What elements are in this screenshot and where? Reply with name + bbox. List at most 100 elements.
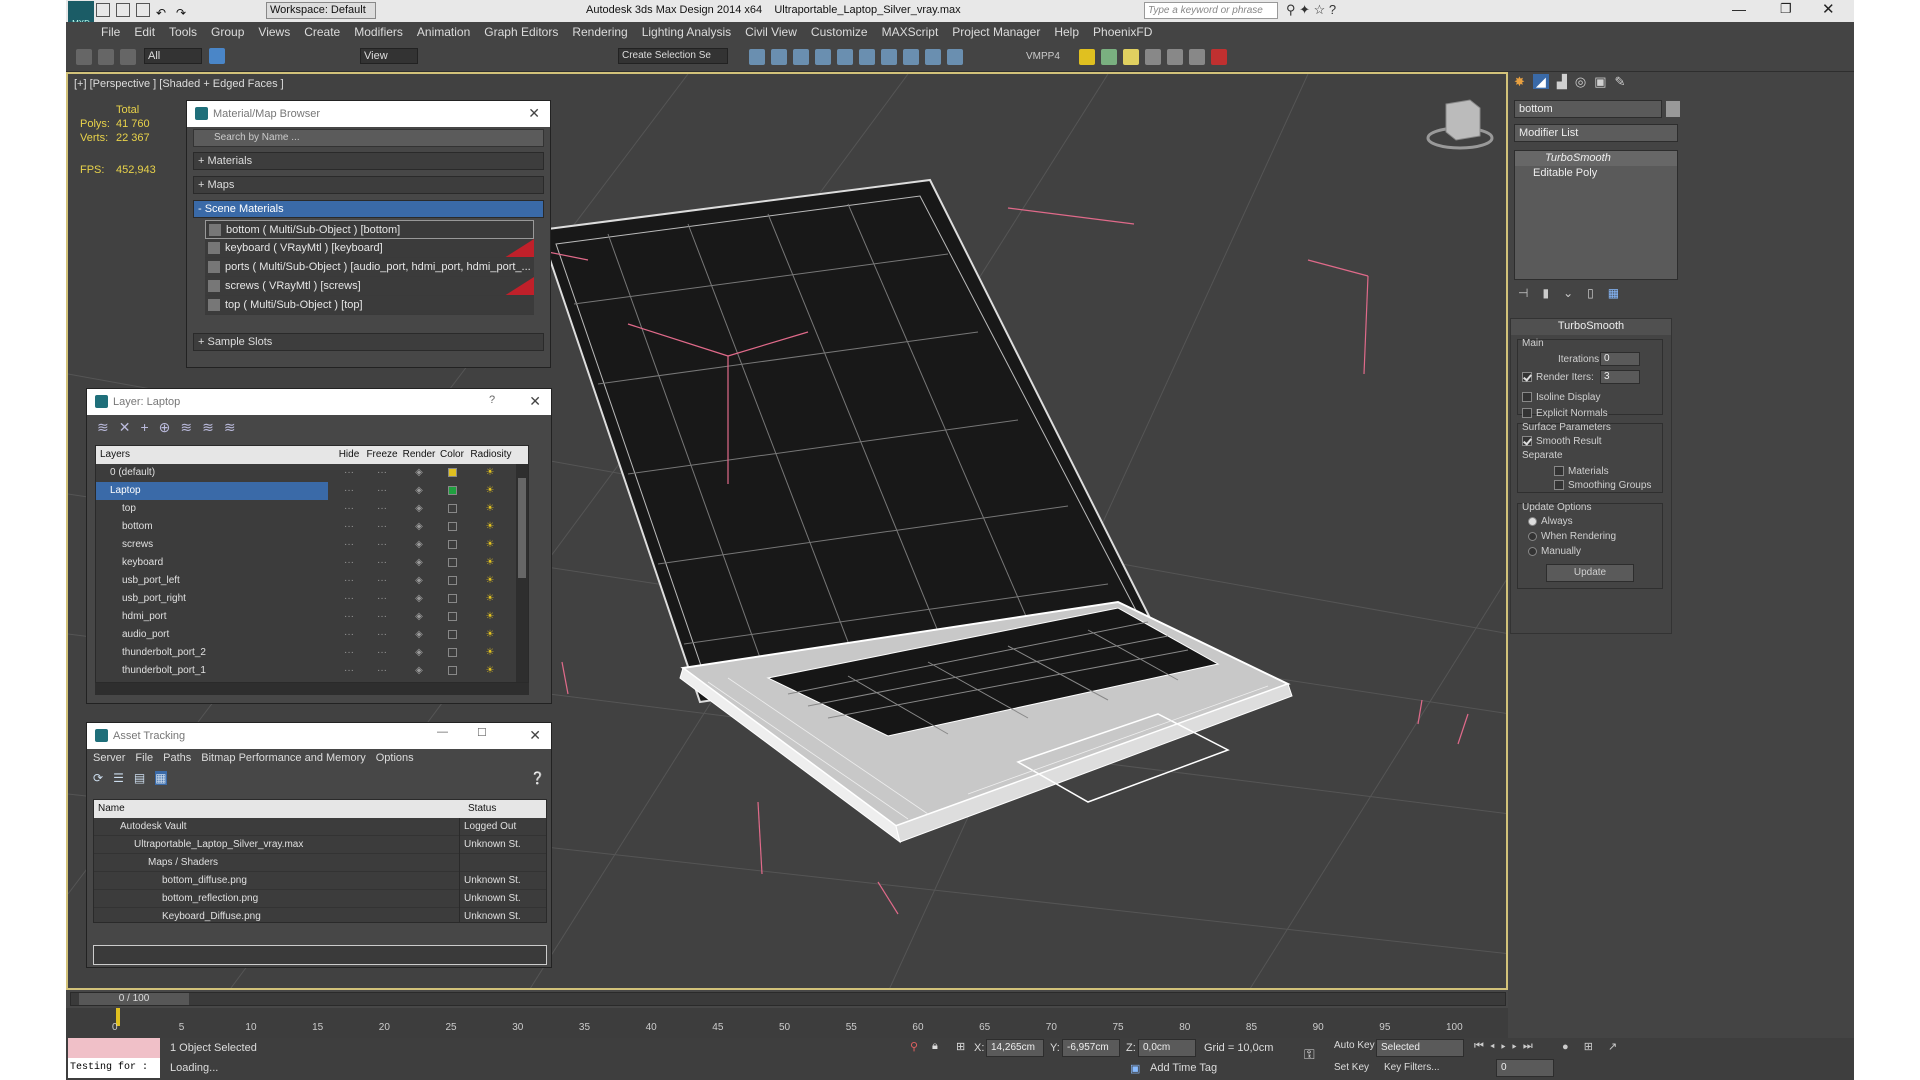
- hide-toggle[interactable]: ···: [336, 608, 362, 626]
- key-filters-button[interactable]: Key Filters...: [1384, 1062, 1440, 1073]
- warning-icon[interactable]: [1079, 49, 1096, 65]
- stop-icon[interactable]: [1211, 49, 1228, 65]
- render-toggle[interactable]: ◈: [402, 608, 436, 626]
- maxscript-input[interactable]: Testing for :: [68, 1058, 160, 1078]
- asset-row[interactable]: bottom_reflection.png Unknown St.: [94, 890, 546, 908]
- laptop-wireframe[interactable]: [538, 178, 1293, 844]
- freeze-toggle[interactable]: ···: [364, 482, 400, 500]
- workspace-dropdown[interactable]: Workspace: Default: [266, 2, 376, 19]
- menu-group[interactable]: Group: [204, 22, 251, 42]
- material-browser-titlebar[interactable]: Material/Map Browser ✕: [187, 101, 550, 127]
- quick-access-icons[interactable]: ↶ ↷: [96, 3, 246, 20]
- hide-toggle[interactable]: ···: [336, 662, 362, 680]
- when-rendering-radio[interactable]: When Rendering: [1528, 531, 1616, 542]
- radiosity-icon[interactable]: ☀: [476, 626, 504, 644]
- freeze-toggle[interactable]: ···: [364, 536, 400, 554]
- layer-row[interactable]: bottom ··· ··· ◈ ☀: [96, 518, 528, 536]
- render-toggle[interactable]: ◈: [402, 536, 436, 554]
- help-icon[interactable]: ?: [489, 394, 495, 406]
- asset-tracking[interactable]: Asset Tracking — ☐ ✕ Server File Paths Bitmap …: [86, 722, 552, 968]
- asset-menu-bitmap[interactable]: Bitmap Performance and Memory: [201, 752, 365, 764]
- layer-row[interactable]: Laptop ··· ··· ◈ ☀: [96, 482, 528, 500]
- col-render[interactable]: Render: [402, 446, 436, 464]
- layer-row[interactable]: keyboard ··· ··· ◈ ☀: [96, 554, 528, 572]
- close-icon[interactable]: ✕: [528, 105, 540, 122]
- hide-toggle[interactable]: ···: [336, 482, 362, 500]
- tree-view-icon[interactable]: ▤: [134, 771, 145, 785]
- motion-tab-icon[interactable]: ◎: [1575, 74, 1586, 89]
- material-item-top[interactable]: top ( Multi/Sub-Object ) [top]: [205, 296, 534, 315]
- layer-name[interactable]: top: [96, 500, 328, 518]
- layer-color-swatch[interactable]: [448, 540, 457, 549]
- undo-icon[interactable]: ↶: [156, 6, 170, 20]
- layer-name[interactable]: bottom: [96, 518, 328, 536]
- menu-project-manager[interactable]: Project Manager: [945, 22, 1047, 42]
- layer-color-swatch[interactable]: [448, 612, 457, 621]
- layer-name[interactable]: Laptop: [96, 482, 328, 500]
- manually-radio[interactable]: Manually: [1528, 546, 1581, 557]
- layer-name[interactable]: audio_port: [96, 626, 328, 644]
- layer-name[interactable]: thunderbolt_port_1: [96, 662, 328, 680]
- layer-horizontal-scrollbar[interactable]: [95, 683, 529, 695]
- hide-toggle[interactable]: ···: [336, 536, 362, 554]
- radiosity-icon[interactable]: ☀: [476, 590, 504, 608]
- asset-path-field[interactable]: [93, 945, 547, 965]
- menu-file[interactable]: File: [94, 22, 127, 42]
- render-toggle[interactable]: ◈: [402, 626, 436, 644]
- set-key-button[interactable]: Set Key: [1334, 1062, 1369, 1073]
- layer-row[interactable]: usb_port_right ··· ··· ◈ ☀: [96, 590, 528, 608]
- add-time-tag[interactable]: Add Time Tag: [1150, 1062, 1217, 1074]
- render-toggle[interactable]: ◈: [402, 644, 436, 662]
- object-color-swatch[interactable]: [1666, 101, 1680, 117]
- select-in-layer-icon[interactable]: ⊕: [159, 419, 171, 435]
- utilities-tab-icon[interactable]: ✎: [1615, 74, 1626, 89]
- display-tab-icon[interactable]: ▣: [1594, 74, 1606, 89]
- freeze-toggle[interactable]: ···: [364, 554, 400, 572]
- radiosity-icon[interactable]: ☀: [476, 518, 504, 536]
- asset-titlebar[interactable]: Asset Tracking — ☐ ✕: [87, 723, 551, 749]
- viewcube[interactable]: [1426, 99, 1494, 150]
- selection-filter-dropdown[interactable]: All: [144, 48, 202, 64]
- maximize-icon[interactable]: ☐: [477, 726, 487, 739]
- menu-graph-editors[interactable]: Graph Editors: [477, 22, 565, 42]
- playback-controls[interactable]: ⏮◂▸▸⏭: [1474, 1040, 1539, 1053]
- freeze-toggle[interactable]: ···: [364, 500, 400, 518]
- layer-row[interactable]: top ··· ··· ◈ ☀: [96, 500, 528, 518]
- asset-row[interactable]: Autodesk Vault Logged Out: [94, 818, 546, 836]
- col-freeze[interactable]: Freeze: [364, 446, 400, 464]
- menu-help[interactable]: Help: [1047, 22, 1086, 42]
- layer-color-swatch[interactable]: [448, 486, 457, 495]
- render-toggle[interactable]: ◈: [402, 464, 436, 482]
- link-icon[interactable]: [76, 49, 92, 65]
- layer-name[interactable]: 0 (default): [96, 464, 328, 482]
- create-layer-icon[interactable]: ≋: [97, 419, 109, 435]
- layer-name[interactable]: usb_port_right: [96, 590, 328, 608]
- always-radio[interactable]: Always: [1528, 516, 1573, 527]
- track-bar[interactable]: 0 5 10 15 20 25 30 35 40 45 50 55 60 65 70 75 80 85 90 95 10…: [66, 1008, 1508, 1038]
- asset-row[interactable]: Keyboard_Diffuse.png Unknown St.: [94, 908, 546, 922]
- col-name[interactable]: Name: [98, 800, 125, 818]
- modify-tab-icon[interactable]: ◢: [1532, 74, 1549, 89]
- make-unique-icon[interactable]: ⌄: [1563, 286, 1587, 300]
- asset-row[interactable]: bottom_diffuse.png Unknown St.: [94, 872, 546, 890]
- hide-toggle[interactable]: ···: [336, 464, 362, 482]
- radiosity-icon[interactable]: ☀: [476, 500, 504, 518]
- radiosity-icon[interactable]: ☀: [476, 644, 504, 662]
- isolate-icon[interactable]: ⚲: [910, 1040, 918, 1053]
- layer-name[interactable]: screws: [96, 536, 328, 554]
- render-setup-icon[interactable]: [903, 49, 919, 65]
- asset-menu-paths[interactable]: Paths: [163, 752, 191, 764]
- layer-row[interactable]: thunderbolt_port_2 ··· ··· ◈ ☀: [96, 644, 528, 662]
- render-icon[interactable]: [947, 49, 963, 65]
- col-radiosity[interactable]: Radiosity: [468, 446, 514, 464]
- vault-help-icon[interactable]: ❔: [530, 771, 545, 785]
- layer-row[interactable]: audio_port ··· ··· ◈ ☀: [96, 626, 528, 644]
- unlink-icon[interactable]: [98, 49, 114, 65]
- auto-key-button[interactable]: Auto Key: [1334, 1040, 1375, 1051]
- configure-sets-icon[interactable]: ▦: [1608, 286, 1633, 300]
- viewport-label[interactable]: [+] [Perspective ] [Shaded + Edged Faces…: [74, 78, 284, 90]
- material-item-bottom[interactable]: bottom ( Multi/Sub-Object ) [bottom]: [205, 220, 534, 239]
- key-icon[interactable]: ⚿: [1304, 1046, 1315, 1063]
- close-icon[interactable]: ✕: [529, 393, 541, 410]
- stack-item-editable-poly[interactable]: Editable Poly: [1515, 166, 1677, 181]
